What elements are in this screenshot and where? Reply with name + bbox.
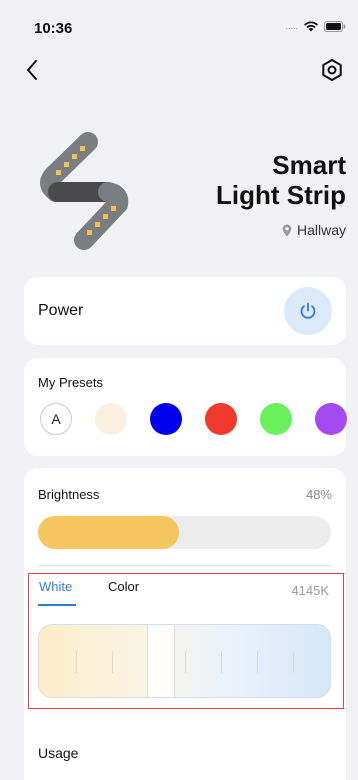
device-location: Hallway xyxy=(282,222,346,238)
power-label: Power xyxy=(38,302,84,319)
preset-swatch-warm-white[interactable] xyxy=(95,403,127,435)
light-strip-image xyxy=(40,132,129,250)
status-time: 10:36 xyxy=(34,20,73,37)
wifi-icon xyxy=(304,21,318,32)
device-title-line2: Light Strip xyxy=(216,180,346,210)
slider-tick xyxy=(76,651,77,673)
usage-label: Usage xyxy=(38,745,79,761)
divider xyxy=(38,565,331,566)
signal-dots: ..... xyxy=(285,21,298,31)
location-label: Hallway xyxy=(296,222,346,238)
device-header: Smart Light Strip Hallway xyxy=(0,110,358,260)
battery-icon xyxy=(324,20,346,32)
color-temperature-value: 4145K xyxy=(291,583,329,598)
brightness-label: Brightness xyxy=(38,487,100,502)
usage-card: Usage xyxy=(24,720,346,780)
slider-tick xyxy=(293,651,294,673)
presets-title: My Presets xyxy=(38,375,104,390)
power-icon xyxy=(300,302,316,319)
preset-swatch-green[interactable] xyxy=(260,403,292,435)
slider-tick xyxy=(185,651,186,673)
preset-auto-label: A xyxy=(51,411,61,427)
slider-tick xyxy=(221,651,222,673)
presets-row: A xyxy=(40,403,347,435)
preset-swatch-red[interactable] xyxy=(205,403,237,435)
color-temperature-slider[interactable] xyxy=(38,624,331,698)
power-toggle-button[interactable] xyxy=(284,287,332,335)
slider-tick xyxy=(257,651,258,673)
preset-auto-button[interactable]: A xyxy=(40,403,72,435)
preset-swatch-blue[interactable] xyxy=(150,403,182,435)
preset-swatch-purple[interactable] xyxy=(315,403,347,435)
back-button[interactable] xyxy=(18,54,50,86)
tab-white[interactable]: White xyxy=(39,579,72,594)
color-temperature-thumb[interactable] xyxy=(147,625,175,697)
power-card: Power xyxy=(24,277,346,345)
device-title: Smart Light Strip xyxy=(216,150,346,210)
presets-card: My Presets A xyxy=(24,358,347,456)
tab-color[interactable]: Color xyxy=(108,579,139,594)
chevron-left-icon xyxy=(27,60,37,80)
settings-hexagon-icon xyxy=(322,59,342,81)
slider-tick xyxy=(112,651,113,673)
brightness-slider[interactable] xyxy=(38,516,331,549)
nav-bar xyxy=(0,50,358,90)
status-bar: 10:36 ..... xyxy=(0,0,358,44)
settings-button[interactable] xyxy=(316,54,348,86)
brightness-value: 48% xyxy=(305,487,332,502)
brightness-slider-fill xyxy=(38,516,179,549)
tab-white-underline xyxy=(38,604,76,606)
status-icons: ..... xyxy=(285,20,346,32)
color-temperature-panel: White Color 4145K xyxy=(28,573,344,709)
location-pin-icon xyxy=(282,224,292,236)
device-title-line1: Smart xyxy=(272,150,346,180)
